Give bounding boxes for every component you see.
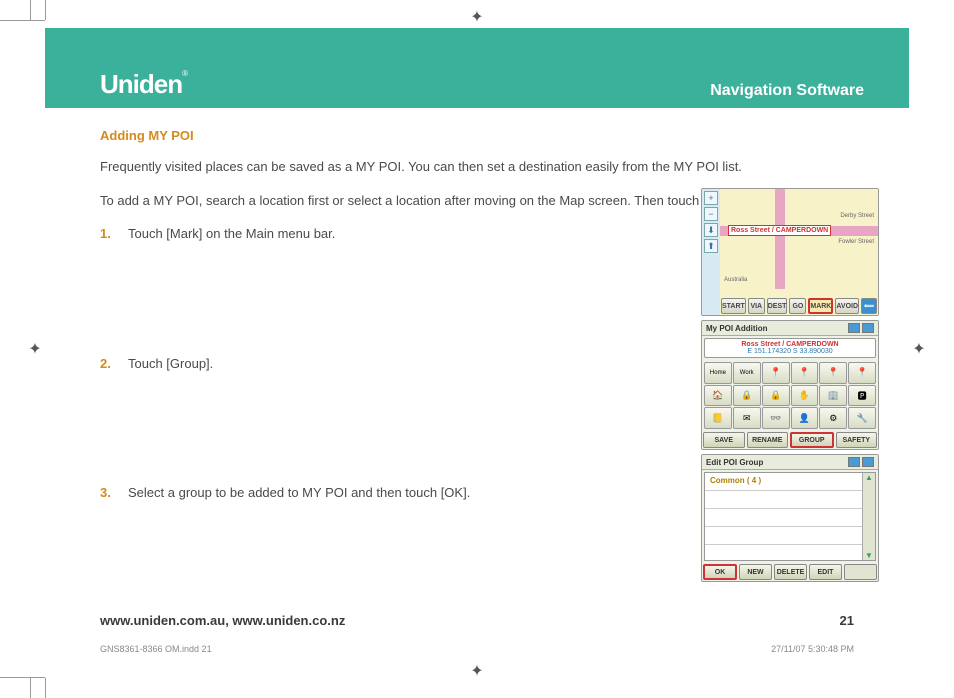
edit-toolbar: OK NEW DELETE EDIT <box>702 563 878 581</box>
poi-toolbar: SAVE RENAME GROUP SAFETY <box>702 431 878 449</box>
step-number: 3. <box>100 483 118 503</box>
device-screenshot-map: + − ⬇ ⬆ Ross Street / CAMPERDOWN Derby S… <box>701 188 879 316</box>
paragraph: Frequently visited places can be saved a… <box>100 157 820 177</box>
poi-info-panel: Ross Street / CAMPERDOWN E 151.174320 S … <box>704 338 876 358</box>
poi-category-icon: Home <box>704 362 732 384</box>
page: Uniden® Navigation Software Adding MY PO… <box>45 28 909 658</box>
go-button: GO <box>789 298 806 314</box>
arrow-down-icon: ⬇ <box>704 223 718 237</box>
group-list: Common ( 4 ) ▲ ▼ <box>704 472 876 561</box>
map-canvas: Ross Street / CAMPERDOWN Derby Street Fo… <box>720 189 878 315</box>
street-label: Fowler Street <box>838 239 874 245</box>
ok-button: OK <box>703 564 737 580</box>
step-item: 2. Touch [Group]. <box>100 354 660 374</box>
blank-button <box>844 564 877 580</box>
poi-category-icon: ✉ <box>733 407 761 429</box>
step-number: 2. <box>100 354 118 374</box>
print-timestamp: 27/11/07 5:30:48 PM <box>771 644 854 654</box>
scroll-up-icon: ▲ <box>863 473 875 482</box>
zoom-in-icon: + <box>704 191 718 205</box>
step-item: 1. Touch [Mark] on the Main menu bar. <box>100 224 660 244</box>
step-text: Touch [Mark] on the Main menu bar. <box>128 224 335 244</box>
delete-button: DELETE <box>774 564 807 580</box>
poi-category-icon: ✋ <box>791 385 819 407</box>
zoom-out-icon: − <box>704 207 718 221</box>
poi-category-icon: 👓 <box>762 407 790 429</box>
registration-mark-icon: ✦ <box>468 8 486 26</box>
footer-urls: www.uniden.com.au, www.uniden.co.nz <box>100 613 345 628</box>
step-number: 1. <box>100 224 118 244</box>
map-location-label: Ross Street / CAMPERDOWN <box>728 225 831 236</box>
dialog-title-bar: Edit POI Group <box>702 455 878 470</box>
registration-mark-icon: ✦ <box>468 662 486 680</box>
steps-list: 1. Touch [Mark] on the Main menu bar. 2.… <box>100 224 660 503</box>
header-section-title: Navigation Software <box>710 82 864 100</box>
step-text: Touch [Group]. <box>128 354 213 374</box>
poi-category-icon: 📍 <box>791 362 819 384</box>
titlebar-icon <box>848 323 860 333</box>
poi-category-icon: 📍 <box>762 362 790 384</box>
poi-category-icon: 🔧 <box>848 407 876 429</box>
scrollbar: ▲ ▼ <box>862 473 875 560</box>
print-footer: GNS8361-8366 OM.indd 21 27/11/07 5:30:48… <box>100 644 854 654</box>
poi-coordinates: E 151.174320 S 33.890030 <box>707 348 873 355</box>
device-screenshot-edit-group: Edit POI Group Common ( 4 ) ▲ ▼ OK NEW <box>701 454 879 582</box>
poi-category-icon: 📍 <box>819 362 847 384</box>
page-number: 21 <box>840 613 854 628</box>
poi-category-icon: 👤 <box>791 407 819 429</box>
screenshot-column: + − ⬇ ⬆ Ross Street / CAMPERDOWN Derby S… <box>701 188 879 582</box>
list-item: Common ( 4 ) <box>705 473 875 491</box>
step-text: Select a group to be added to MY POI and… <box>128 483 470 503</box>
poi-icon-grid: Home Work 📍 📍 📍 📍 🏠 🔒 🔒 ✋ 🏢 🅿 📒 ✉ 👓 👤 <box>702 360 878 431</box>
safety-button: SAFETY <box>836 432 878 448</box>
save-button: SAVE <box>703 432 745 448</box>
via-button: VIA <box>748 298 765 314</box>
list-item <box>705 527 875 545</box>
registration-mark-icon: ✦ <box>910 340 928 358</box>
dialog-title: My POI Addition <box>706 324 767 333</box>
group-button: GROUP <box>790 432 834 448</box>
list-item <box>705 509 875 527</box>
poi-category-icon: 📍 <box>848 362 876 384</box>
new-button: NEW <box>739 564 772 580</box>
dialog-title-bar: My POI Addition <box>702 321 878 336</box>
poi-category-icon: 🅿 <box>848 385 876 407</box>
step-item: 3. Select a group to be added to MY POI … <box>100 483 660 503</box>
page-footer: www.uniden.com.au, www.uniden.co.nz 21 <box>100 613 854 628</box>
arrow-up-icon: ⬆ <box>704 239 718 253</box>
list-item <box>705 491 875 509</box>
page-header: Uniden® Navigation Software <box>45 28 909 108</box>
poi-category-icon: 📒 <box>704 407 732 429</box>
back-icon: ⟸ <box>861 298 877 314</box>
poi-category-icon: 🏠 <box>704 385 732 407</box>
poi-category-icon: Work <box>733 362 761 384</box>
poi-category-icon: 🏢 <box>819 385 847 407</box>
mark-button: MARK <box>808 298 833 314</box>
dest-button: DEST <box>767 298 788 314</box>
close-icon <box>862 323 874 333</box>
street-label: Derby Street <box>840 213 874 219</box>
scroll-down-icon: ▼ <box>863 551 875 560</box>
section-heading: Adding MY POI <box>100 128 854 143</box>
edit-button: EDIT <box>809 564 842 580</box>
poi-category-icon: 🔒 <box>762 385 790 407</box>
poi-category-icon: 🔒 <box>733 385 761 407</box>
content-area: Adding MY POI Frequently visited places … <box>45 108 909 658</box>
titlebar-icon <box>848 457 860 467</box>
map-toolbar: START VIA DEST GO MARK AVOID ⟸ <box>720 297 878 315</box>
street-label: Australia <box>724 277 747 283</box>
registration-mark-icon: ✦ <box>26 340 44 358</box>
poi-category-icon: ⚙ <box>819 407 847 429</box>
start-button: START <box>721 298 746 314</box>
print-file: GNS8361-8366 OM.indd 21 <box>100 644 212 654</box>
avoid-button: AVOID <box>835 298 859 314</box>
map-sidebar: + − ⬇ ⬆ <box>702 189 720 315</box>
rename-button: RENAME <box>747 432 789 448</box>
brand-logo: Uniden® <box>100 69 187 100</box>
dialog-title: Edit POI Group <box>706 458 763 467</box>
poi-name: Ross Street / CAMPERDOWN <box>707 341 873 348</box>
close-icon <box>862 457 874 467</box>
device-screenshot-poi-addition: My POI Addition Ross Street / CAMPERDOWN… <box>701 320 879 450</box>
